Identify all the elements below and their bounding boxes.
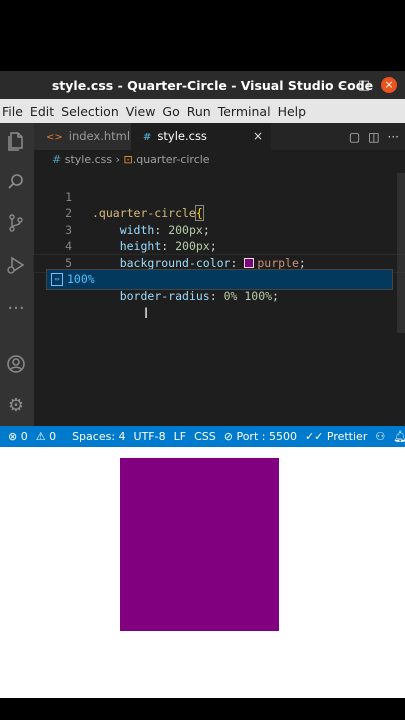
indentation-indicator[interactable]: Spaces: 4 — [72, 430, 125, 443]
live-server-port[interactable]: ⊘ Port : 5500 — [224, 430, 297, 443]
code-line: 2 width: 200px; — [34, 189, 405, 237]
quarter-circle-box — [120, 458, 279, 631]
activity-bar: ··· ⚙ — [0, 123, 34, 426]
scrollbar[interactable] — [397, 173, 405, 333]
css-property: border-radius — [119, 289, 210, 304]
tab-bar: <> index.html # style.css × ▢ ◫ ··· — [34, 123, 405, 150]
menu-file[interactable]: File — [2, 104, 28, 119]
menu-run[interactable]: Run — [187, 104, 216, 119]
close-tab-icon[interactable]: × — [253, 123, 263, 150]
menu-edit[interactable]: Edit — [30, 104, 59, 119]
language-indicator[interactable]: CSS — [194, 430, 216, 443]
menu-go[interactable]: Go — [162, 104, 184, 119]
css-file-icon: # — [52, 153, 62, 166]
html-file-icon: <> — [46, 132, 63, 143]
encoding-indicator[interactable]: UTF-8 — [134, 430, 166, 443]
symbol-class-icon: ⊡ — [123, 153, 133, 166]
tab-label: index.html — [68, 129, 131, 143]
warnings-indicator[interactable]: ⚠ 0 — [36, 430, 56, 443]
breadcrumb: # style.css › ⊡.quarter-circle — [52, 153, 210, 166]
code-editor[interactable]: 1 .quarter-circle{ 2 width: 200px; 3 hei… — [33, 172, 405, 303]
minimize-button[interactable]: – — [331, 78, 353, 93]
search-icon[interactable] — [5, 172, 27, 194]
css-value: 0% 100% — [223, 289, 273, 304]
tab-style-css[interactable]: # style.css × — [131, 123, 271, 150]
menu-bar: File Edit Selection View Go Run Terminal… — [0, 99, 405, 123]
account-icon[interactable] — [5, 354, 27, 376]
maximize-button[interactable]: □ — [353, 78, 375, 93]
open-changes-icon[interactable]: ▢ — [349, 130, 360, 144]
notifications-bell-icon[interactable]: 🔔︎ — [393, 430, 405, 443]
status-bar: ⊗ 0 ⚠ 0 Spaces: 4 UTF-8 LF CSS ⊘ Port : … — [0, 426, 405, 447]
editor-actions: ▢ ◫ ··· — [341, 123, 399, 150]
mouse-cursor-icon: I — [144, 306, 149, 322]
more-actions-icon[interactable]: ··· — [388, 130, 399, 144]
window-controls: – □ × — [331, 71, 405, 99]
tab-label: style.css — [157, 129, 207, 143]
more-icon[interactable]: ··· — [5, 298, 27, 320]
browser-preview — [0, 447, 405, 698]
close-window-button[interactable]: × — [381, 77, 397, 93]
source-control-icon[interactable] — [5, 213, 27, 235]
chevron-right-icon: › — [115, 153, 121, 166]
title-bar: style.css - Quarter-Circle - Visual Stud… — [0, 71, 405, 99]
errors-indicator[interactable]: ⊗ 0 — [8, 430, 28, 443]
menu-terminal[interactable]: Terminal — [218, 104, 276, 119]
code-line: 5 margin: auto; — [34, 238, 405, 287]
value-icon: ▭ — [51, 273, 63, 286]
breadcrumb-file[interactable]: style.css — [65, 153, 112, 166]
menu-selection[interactable]: Selection — [61, 104, 124, 119]
settings-gear-icon[interactable]: ⚙ — [5, 395, 27, 417]
window-title: style.css - Quarter-Circle - Visual Stud… — [51, 77, 374, 93]
menu-view[interactable]: View — [126, 104, 161, 119]
code-line: 1 .quarter-circle{ — [34, 172, 405, 222]
css-file-icon: # — [143, 132, 152, 143]
files-icon[interactable] — [5, 131, 27, 153]
menu-help[interactable]: Help — [278, 104, 312, 119]
run-debug-icon[interactable] — [5, 255, 27, 277]
split-editor-icon[interactable]: ◫ — [368, 130, 379, 144]
code-line: 3 height: 200px; — [34, 205, 405, 254]
breadcrumb-symbol[interactable]: .quarter-circle — [133, 153, 210, 166]
editor-area: <> index.html # style.css × ▢ ◫ ··· # styl… — [33, 123, 405, 426]
eol-indicator[interactable]: LF — [174, 430, 186, 443]
suggestion-item[interactable]: ▭ 100% — [47, 270, 392, 289]
prettier-indicator[interactable]: ✓✓ Prettier — [305, 430, 367, 443]
code-line: 4 background-color: purple; — [34, 222, 405, 270]
suggestion-label: 100% — [67, 272, 95, 286]
feedback-icon[interactable]: ⚇ — [375, 430, 385, 443]
tab-index-html[interactable]: <> index.html — [34, 123, 141, 150]
autocomplete-popup: ▭ 100% — [46, 269, 393, 290]
